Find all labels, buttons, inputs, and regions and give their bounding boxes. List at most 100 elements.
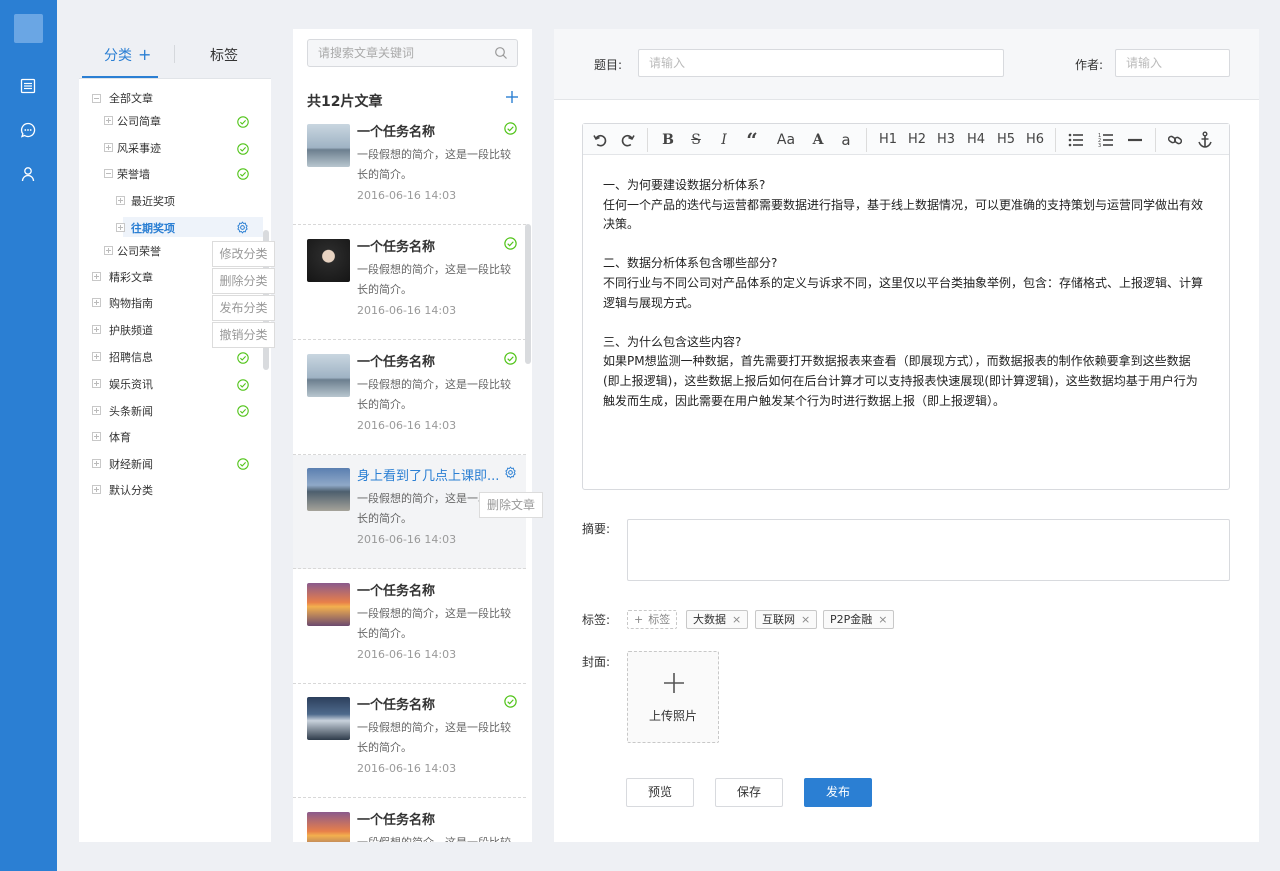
article-item[interactable]: 一个任务名称 一段假想的简介，这是一段比较长的简介。 2016-06-16 14… (293, 570, 526, 684)
bullet-list-icon[interactable] (1068, 130, 1084, 150)
tab-category[interactable]: 分类 + (104, 45, 151, 65)
article-list: 一个任务名称 一段假想的简介，这是一段比较长的简介。 2016-06-16 14… (293, 111, 526, 842)
user-icon[interactable] (19, 165, 37, 183)
article-date: 2016-06-16 14:03 (357, 533, 457, 546)
tree-item[interactable]: 护肤频道 (109, 324, 153, 337)
add-category-icon[interactable]: + (138, 45, 151, 64)
undo-icon[interactable] (592, 130, 608, 150)
tree-collapse-toggle[interactable] (104, 169, 113, 178)
add-tag-button[interactable]: + 标签 (627, 610, 678, 629)
upload-photo-area[interactable]: 上传照片 (627, 651, 719, 743)
h3-button[interactable]: H3 (934, 130, 958, 150)
tree-expand-toggle[interactable] (116, 223, 125, 232)
tree-item[interactable]: 头条新闻 (109, 405, 153, 418)
article-date: 2016-06-16 14:03 (357, 189, 457, 202)
article-list-scrollbar[interactable] (525, 224, 531, 364)
tag-chip: 互联网 × (755, 610, 818, 629)
menu-publish-category[interactable]: 发布分类 (212, 295, 275, 321)
article-item[interactable]: 一个任务名称 一段假想的简介，这是一段比较长的简介。 2016-06-16 14… (293, 341, 526, 455)
tree-expand-toggle[interactable] (92, 298, 101, 307)
search-icon[interactable] (494, 46, 508, 60)
tree-item[interactable]: 荣誉墙 (117, 168, 150, 181)
logo[interactable] (14, 14, 43, 43)
menu-revoke-category[interactable]: 撤销分类 (212, 322, 275, 348)
publish-button[interactable]: 发布 (804, 778, 872, 807)
article-thumbnail (307, 354, 350, 397)
category-panel: 分类 + 标签 全部文章 公司简章 风采事迹 荣誉墙 最近奖项 往期奖项 公司荣誉… (79, 29, 275, 842)
menu-edit-category[interactable]: 修改分类 (212, 241, 275, 267)
author-input[interactable]: 请输入 (1115, 49, 1230, 77)
close-icon[interactable]: × (878, 613, 887, 626)
tree-item[interactable]: 最近奖项 (131, 195, 175, 208)
gear-icon[interactable] (236, 221, 249, 234)
tree-item-all[interactable]: 全部文章 (109, 92, 153, 105)
strikethrough-button[interactable]: S (685, 130, 707, 150)
article-summary: 一段假想的简介，这是一段比较长的简介。 (357, 263, 511, 296)
menu-delete-category[interactable]: 删除分类 (212, 268, 275, 294)
tree-expand-toggle[interactable] (92, 459, 101, 468)
preview-button[interactable]: 预览 (626, 778, 694, 807)
tree-item[interactable]: 公司荣誉 (117, 245, 161, 258)
article-item[interactable]: 一个任务名称 一段假想的简介，这是一段比较长的简介。 2016-06-16 14… (293, 226, 526, 340)
close-icon[interactable]: × (801, 613, 810, 626)
content-paragraph: 一、为何要建设数据分析体系? (603, 178, 766, 192)
h5-button[interactable]: H5 (994, 130, 1018, 150)
tree-expand-toggle[interactable] (92, 485, 101, 494)
bold-button[interactable]: B (657, 130, 679, 150)
tree-expand-toggle[interactable] (92, 272, 101, 281)
article-date: 2016-06-16 14:03 (357, 419, 457, 432)
tree-expand-toggle[interactable] (92, 379, 101, 388)
tree-collapse-toggle[interactable] (92, 94, 101, 103)
tree-expand-toggle[interactable] (92, 352, 101, 361)
article-item[interactable]: 一个任务名称 一段假想的简介，这是一段比较长的简介。 2016-06-16 14… (293, 111, 526, 225)
tree-expand-toggle[interactable] (92, 406, 101, 415)
tree-expand-toggle[interactable] (104, 143, 113, 152)
check-circle-icon (237, 379, 249, 391)
tab-tags[interactable]: 标签 (210, 45, 238, 65)
numbered-list-icon[interactable]: 123 (1098, 130, 1114, 150)
anchor-icon[interactable] (1197, 130, 1213, 150)
editor-content[interactable]: 一、为何要建设数据分析体系? 任何一个产品的迭代与运营都需要数据进行指导，基于线… (603, 176, 1203, 411)
tree-expand-toggle[interactable] (92, 325, 101, 334)
h6-button[interactable]: H6 (1023, 130, 1047, 150)
tree-item[interactable]: 公司简章 (117, 115, 161, 128)
toolbar-separator (647, 128, 648, 152)
h4-button[interactable]: H4 (964, 130, 988, 150)
tree-item[interactable]: 娱乐资讯 (109, 378, 153, 391)
article-item[interactable]: 一个任务名称 一段假想的简介，这是一段比较长的简介。 (293, 799, 526, 842)
search-input[interactable]: 请搜索文章关键词 (307, 39, 518, 67)
tree-expand-toggle[interactable] (104, 116, 113, 125)
italic-button[interactable]: I (713, 130, 735, 150)
article-summary: 一段假想的简介，这是一段比较长的简介。 (357, 833, 519, 842)
horizontal-rule-icon[interactable] (1127, 130, 1143, 150)
tree-item[interactable]: 体育 (109, 431, 131, 444)
title-input[interactable]: 请输入 (638, 49, 1004, 77)
font-lowercase-button[interactable]: a (837, 130, 855, 150)
h1-button[interactable]: H1 (876, 130, 900, 150)
tree-item[interactable]: 招聘信息 (109, 351, 153, 364)
link-icon[interactable] (1167, 130, 1183, 150)
tree-item[interactable]: 精彩文章 (109, 271, 153, 284)
close-icon[interactable]: × (732, 613, 741, 626)
h2-button[interactable]: H2 (905, 130, 929, 150)
font-color-button[interactable]: A (809, 130, 827, 150)
font-size-button[interactable]: Aa (773, 130, 799, 150)
tree-expand-toggle[interactable] (104, 246, 113, 255)
tree-expand-toggle[interactable] (116, 196, 125, 205)
tree-item[interactable]: 默认分类 (109, 484, 153, 497)
redo-icon[interactable] (620, 130, 636, 150)
quote-button[interactable]: “ (741, 130, 763, 150)
article-list-icon[interactable] (19, 77, 37, 95)
tree-expand-toggle[interactable] (92, 432, 101, 441)
save-button[interactable]: 保存 (715, 778, 783, 807)
chat-icon[interactable] (19, 121, 37, 139)
summary-textarea[interactable] (627, 519, 1230, 581)
add-article-icon[interactable] (505, 90, 519, 104)
article-item[interactable]: 一个任务名称 一段假想的简介，这是一段比较长的简介。 2016-06-16 14… (293, 684, 526, 798)
tree-item[interactable]: 财经新闻 (109, 458, 153, 471)
tree-item-selected[interactable]: 往期奖项 (131, 222, 175, 235)
tree-item[interactable]: 风采事迹 (117, 142, 161, 155)
tree-item[interactable]: 购物指南 (109, 297, 153, 310)
gear-icon[interactable] (504, 466, 517, 479)
delete-article-tooltip[interactable]: 删除文章 (479, 492, 543, 518)
